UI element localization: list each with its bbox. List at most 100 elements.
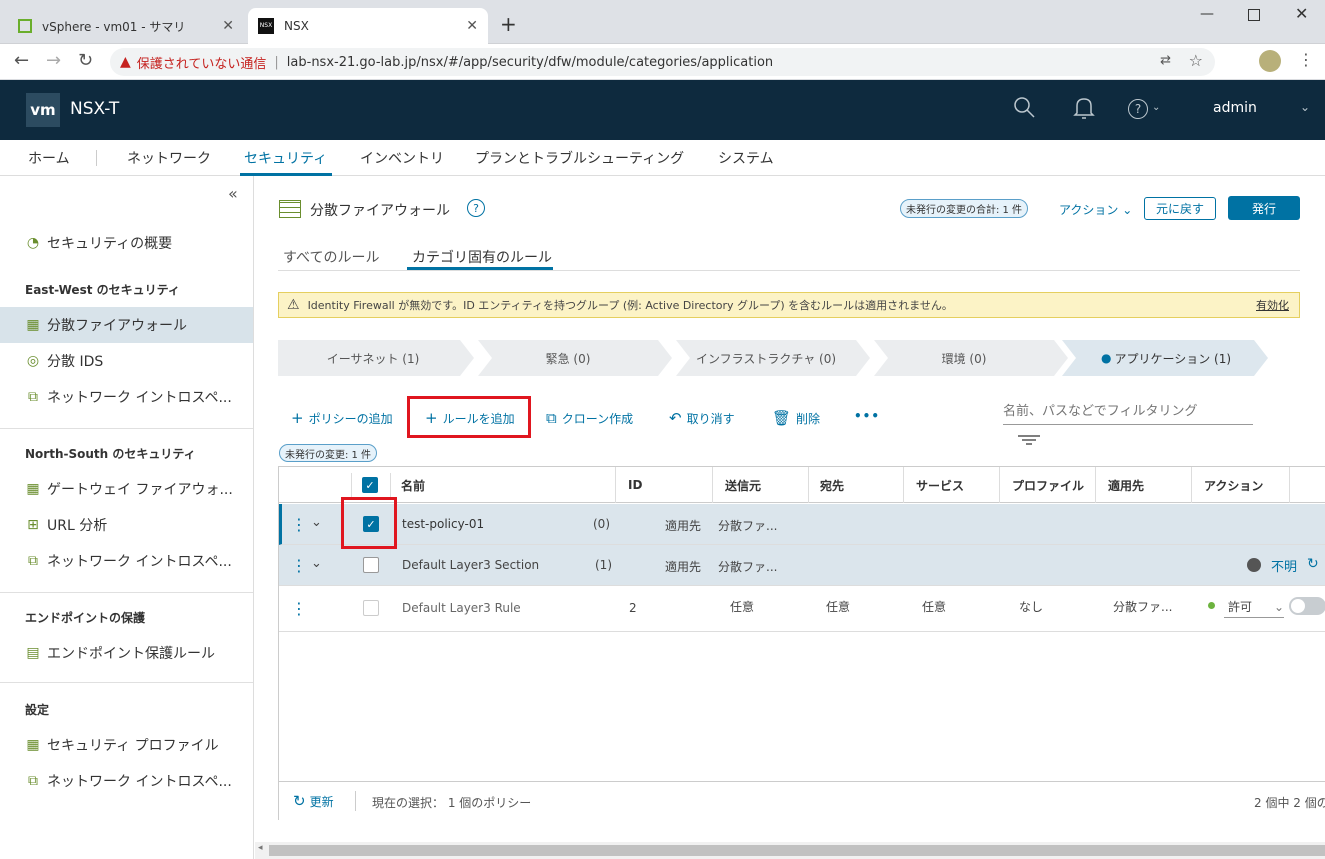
delete-button[interactable]: 🗑削除 [772, 409, 820, 427]
nav-inventory[interactable]: インベントリ [360, 148, 444, 168]
rule-profile[interactable]: なし [1019, 598, 1043, 615]
browser-menu-icon[interactable]: ⋮ [1298, 50, 1314, 69]
browser-tab-nsx[interactable]: NSX NSX ✕ [248, 8, 488, 44]
sidebar-item-endpoint-rules[interactable]: ▤ エンドポイント保護ルール [0, 635, 253, 671]
search-icon[interactable] [1013, 96, 1035, 118]
col-action[interactable]: アクション [1194, 467, 1290, 503]
expand-chevron-icon[interactable]: ⌄ [311, 515, 322, 530]
more-actions-button[interactable]: ••• [854, 409, 880, 423]
sidebar-item-security-profile[interactable]: ▦ セキュリティ プロファイル [0, 727, 253, 763]
col-profile[interactable]: プロファイル [1002, 467, 1096, 503]
sidebar-item-label: 分散 IDS [47, 351, 103, 371]
sidebar-item-label: ネットワーク イントロスペ... [47, 387, 232, 407]
policy-name[interactable]: Default Layer3 Section [402, 558, 539, 572]
translate-icon[interactable]: ⇄ [1160, 53, 1171, 68]
rule-applied-to[interactable]: 分散ファ... [1113, 598, 1172, 615]
policy-name[interactable]: test-policy-01 [402, 517, 484, 531]
action-select[interactable]: 許可⌄ [1224, 596, 1284, 618]
drag-handle-icon[interactable]: ⋮ [291, 556, 307, 575]
nav-security[interactable]: セキュリティ [244, 148, 327, 168]
col-service[interactable]: サービス [906, 467, 1000, 503]
sidebar-item-introspection-ew[interactable]: ⧉ ネットワーク イントロスペ... [0, 379, 253, 415]
plus-icon: + [291, 409, 304, 427]
rule-name[interactable]: Default Layer3 Rule [402, 601, 521, 615]
col-name[interactable]: 名前 [391, 467, 616, 503]
publish-button[interactable]: 発行 [1228, 196, 1300, 220]
user-menu[interactable]: admin [1213, 100, 1257, 116]
filter-icon[interactable] [1018, 434, 1040, 450]
reload-icon[interactable]: ↻ [78, 50, 93, 71]
policy-row[interactable]: ⋮ ⌄ ✓ test-policy-01 (0) 適用先 分散ファ... [279, 504, 1325, 545]
policy-row[interactable]: ⋮ ⌄ Default Layer3 Section (1) 適用先 分散ファ.… [279, 545, 1325, 586]
drag-handle-icon[interactable]: ⋮ [291, 599, 307, 618]
sidebar-item-url-analysis[interactable]: ⊞ URL 分析 [0, 507, 253, 543]
drag-handle-icon[interactable]: ⋮ [291, 515, 307, 534]
scrollbar-thumb[interactable] [269, 845, 1325, 856]
vmware-logo: vm [26, 93, 60, 127]
user-chevron-icon[interactable]: ⌄ [1300, 100, 1310, 114]
category-application[interactable]: ●アプリケーション (1) [1076, 340, 1256, 376]
scroll-left-icon[interactable]: ◂ [258, 843, 263, 853]
bell-icon[interactable] [1073, 96, 1095, 120]
rule-destination[interactable]: 任意 [826, 598, 850, 615]
tab-category-rules[interactable]: カテゴリ固有のルール [412, 247, 552, 267]
filter-input[interactable] [1003, 399, 1253, 425]
sidebar-item-introspection-settings[interactable]: ⧉ ネットワーク イントロスペ... [0, 763, 253, 799]
address-bar: ← → ↻ ▲ 保護されていない通信 | lab-nsx-21.go-lab.j… [0, 44, 1325, 80]
new-tab-icon[interactable]: + [500, 12, 517, 36]
col-source[interactable]: 送信元 [715, 467, 809, 503]
expand-chevron-icon[interactable]: ⌄ [311, 556, 322, 571]
col-destination[interactable]: 宛先 [810, 467, 904, 503]
collapse-sidebar-icon[interactable]: « [228, 184, 238, 203]
close-icon[interactable]: ✕ [466, 18, 478, 34]
sidebar-item-ids[interactable]: ◎ 分散 IDS [0, 343, 253, 379]
col-applied-to[interactable]: 適用先 [1098, 467, 1192, 503]
sidebar-item-dfw[interactable]: ▦ 分散ファイアウォール [0, 307, 253, 343]
add-policy-button[interactable]: +ポリシーの追加 [291, 409, 393, 427]
profile-avatar[interactable] [1259, 50, 1281, 72]
omnibox[interactable]: ▲ 保護されていない通信 | lab-nsx-21.go-lab.jp/nsx/… [110, 48, 1215, 76]
bookmark-star-icon[interactable]: ☆ [1189, 51, 1203, 70]
forward-icon[interactable]: → [46, 50, 61, 71]
sidebar-item-gateway-fw[interactable]: ▦ ゲートウェイ ファイアウォ... [0, 471, 253, 507]
sidebar-item-overview[interactable]: ◔ セキュリティの概要 [0, 225, 253, 261]
refresh-button[interactable]: ↻更新 [293, 792, 334, 810]
minimize-icon[interactable]: — [1200, 6, 1214, 22]
sidebar-item-introspection-ns[interactable]: ⧉ ネットワーク イントロスペ... [0, 543, 253, 579]
horizontal-scrollbar[interactable]: ◂ [255, 842, 1325, 859]
row-checkbox[interactable] [363, 557, 379, 573]
maximize-icon[interactable] [1248, 9, 1260, 21]
close-icon[interactable]: ✕ [222, 18, 234, 34]
category-infrastructure[interactable]: インフラストラクチャ (0) [676, 340, 856, 376]
status-text[interactable]: 不明 [1271, 556, 1297, 575]
category-ethernet[interactable]: イーサネット (1) [278, 340, 468, 376]
back-icon[interactable]: ← [14, 50, 29, 71]
window-close-icon[interactable]: ✕ [1295, 4, 1308, 23]
chevron-down-icon[interactable]: ⌄ [1152, 102, 1160, 113]
enable-link[interactable]: 有効化 [1256, 297, 1289, 313]
rule-service[interactable]: 任意 [922, 598, 946, 615]
help-icon[interactable]: ? [467, 199, 485, 217]
help-icon[interactable]: ? [1128, 99, 1148, 119]
applied-to-value[interactable]: 分散ファ... [718, 558, 777, 575]
category-emergency[interactable]: 緊急 (0) [478, 340, 658, 376]
rule-enable-toggle[interactable] [1289, 597, 1325, 615]
clone-button[interactable]: ⧉クローン作成 [546, 409, 633, 427]
tab-all-rules[interactable]: すべてのルール [283, 247, 379, 267]
revert-button[interactable]: 元に戻す [1144, 197, 1216, 220]
nav-system[interactable]: システム [718, 148, 774, 168]
applied-to-value[interactable]: 分散ファ... [718, 517, 777, 534]
select-all-checkbox[interactable]: ✓ [362, 477, 378, 493]
refresh-status-icon[interactable]: ↻ [1307, 556, 1319, 572]
actions-dropdown[interactable]: アクション ⌄ [1059, 201, 1132, 218]
undo-button[interactable]: ↶取り消す [669, 409, 735, 427]
row-checkbox[interactable] [363, 600, 379, 616]
rule-source[interactable]: 任意 [730, 598, 754, 615]
category-environment[interactable]: 環境 (0) [874, 340, 1054, 376]
col-id[interactable]: ID [618, 467, 713, 503]
browser-tab-vsphere[interactable]: vSphere - vm01 - サマリ ✕ [8, 8, 244, 44]
nav-network[interactable]: ネットワーク [127, 148, 211, 168]
nav-plan-troubleshoot[interactable]: プランとトラブルシューティング [475, 148, 684, 168]
rule-row[interactable]: ⋮ Default Layer3 Rule 2 任意 任意 任意 なし 分散ファ… [279, 586, 1325, 632]
nav-home[interactable]: ホーム [28, 148, 70, 168]
